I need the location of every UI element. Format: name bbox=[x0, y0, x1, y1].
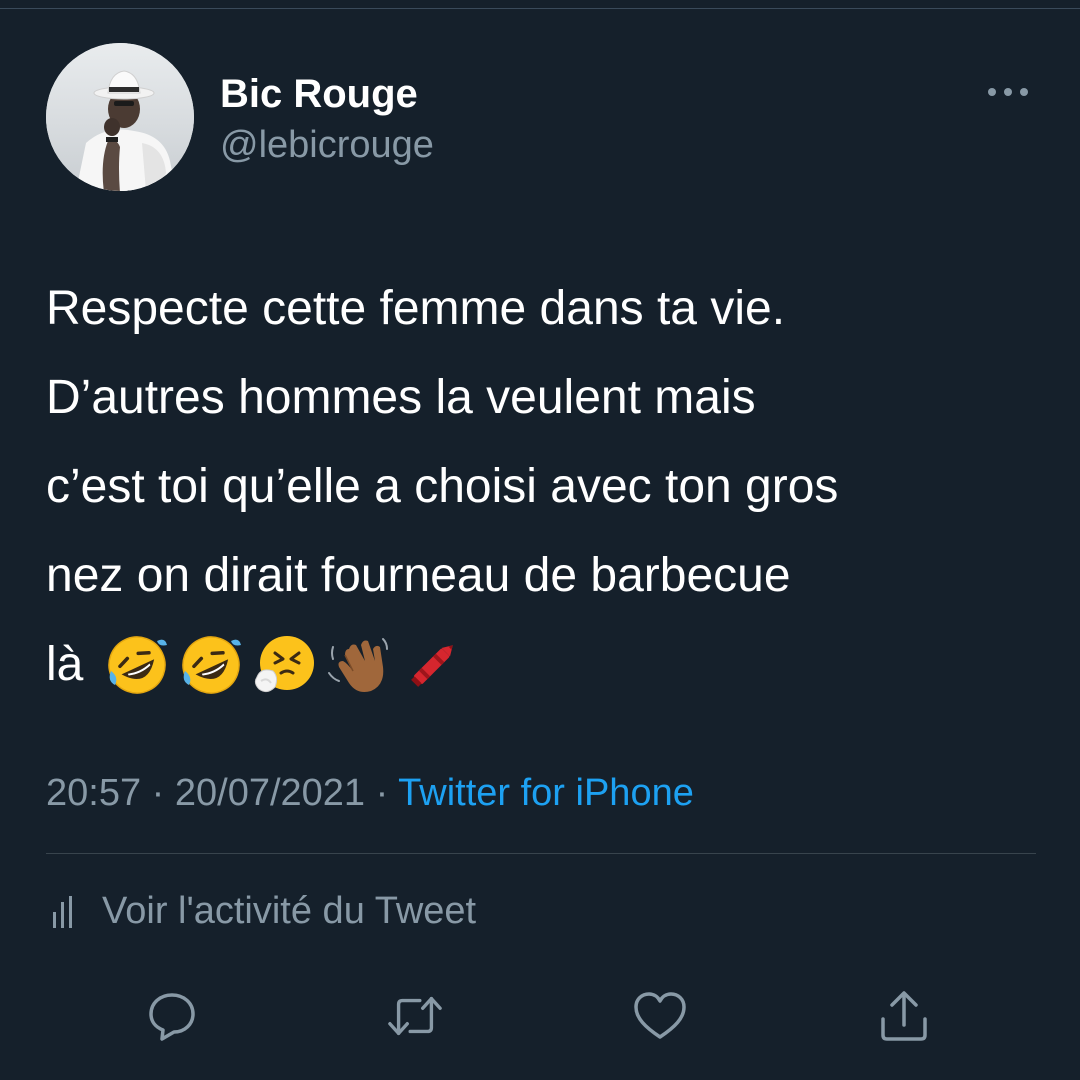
tweet-text-last-word: là bbox=[46, 638, 84, 691]
more-dots-icon bbox=[988, 88, 1028, 96]
tweet-text-line: c’est toi qu’elle a choisi avec ton gros bbox=[46, 460, 839, 513]
tweet-activity-link[interactable]: Voir l'activité du Tweet bbox=[46, 886, 476, 936]
tweet-text-line: Respecte cette femme dans ta vie. bbox=[46, 282, 786, 335]
metadata-divider bbox=[46, 853, 1036, 854]
reply-button[interactable] bbox=[144, 988, 200, 1044]
speech-bubble-icon bbox=[149, 993, 195, 1041]
share-upload-icon bbox=[881, 991, 927, 1041]
tweet-date: 20/07/2021 bbox=[174, 772, 366, 814]
tweet-text-line: D’autres hommes la veulent mais bbox=[46, 371, 756, 424]
tweet-activity-label: Voir l'activité du Tweet bbox=[102, 889, 477, 932]
meta-separator: · bbox=[151, 772, 165, 814]
analytics-bars-icon bbox=[53, 896, 72, 928]
rolling-laughing-emoji-icon bbox=[182, 635, 242, 694]
avatar-photo bbox=[46, 43, 194, 191]
heart-icon bbox=[634, 992, 686, 1039]
tweet-source-link[interactable]: Twitter for iPhone bbox=[398, 772, 694, 814]
avatar[interactable] bbox=[46, 43, 194, 191]
top-divider bbox=[0, 8, 1080, 9]
crayon-emoji-icon bbox=[411, 644, 454, 687]
tweet-text-line-emojis: là bbox=[46, 620, 1046, 709]
retweet-button[interactable] bbox=[387, 988, 443, 1044]
tweet-text: Respecte cette femme dans ta vie. D’autr… bbox=[46, 264, 1046, 709]
tweet-time: 20:57 bbox=[46, 772, 142, 814]
retweet-arrows-icon bbox=[388, 996, 442, 1036]
meta-separator: · bbox=[375, 772, 389, 814]
waving-hand-emoji-icon bbox=[328, 637, 389, 692]
author-handle[interactable]: @lebicrouge bbox=[220, 122, 434, 168]
tweet-metadata: 20:57 · 20/07/2021 · Twitter for iPhone bbox=[46, 770, 694, 816]
sneezing-face-emoji-icon bbox=[255, 635, 315, 692]
author-display-name[interactable]: Bic Rouge bbox=[220, 70, 418, 118]
share-button[interactable] bbox=[876, 988, 932, 1044]
tweet-text-line: nez on dirait fourneau de barbecue bbox=[46, 549, 791, 602]
like-button[interactable] bbox=[632, 988, 688, 1044]
rolling-laughing-emoji-icon bbox=[108, 635, 168, 694]
more-options-button[interactable] bbox=[982, 78, 1034, 106]
